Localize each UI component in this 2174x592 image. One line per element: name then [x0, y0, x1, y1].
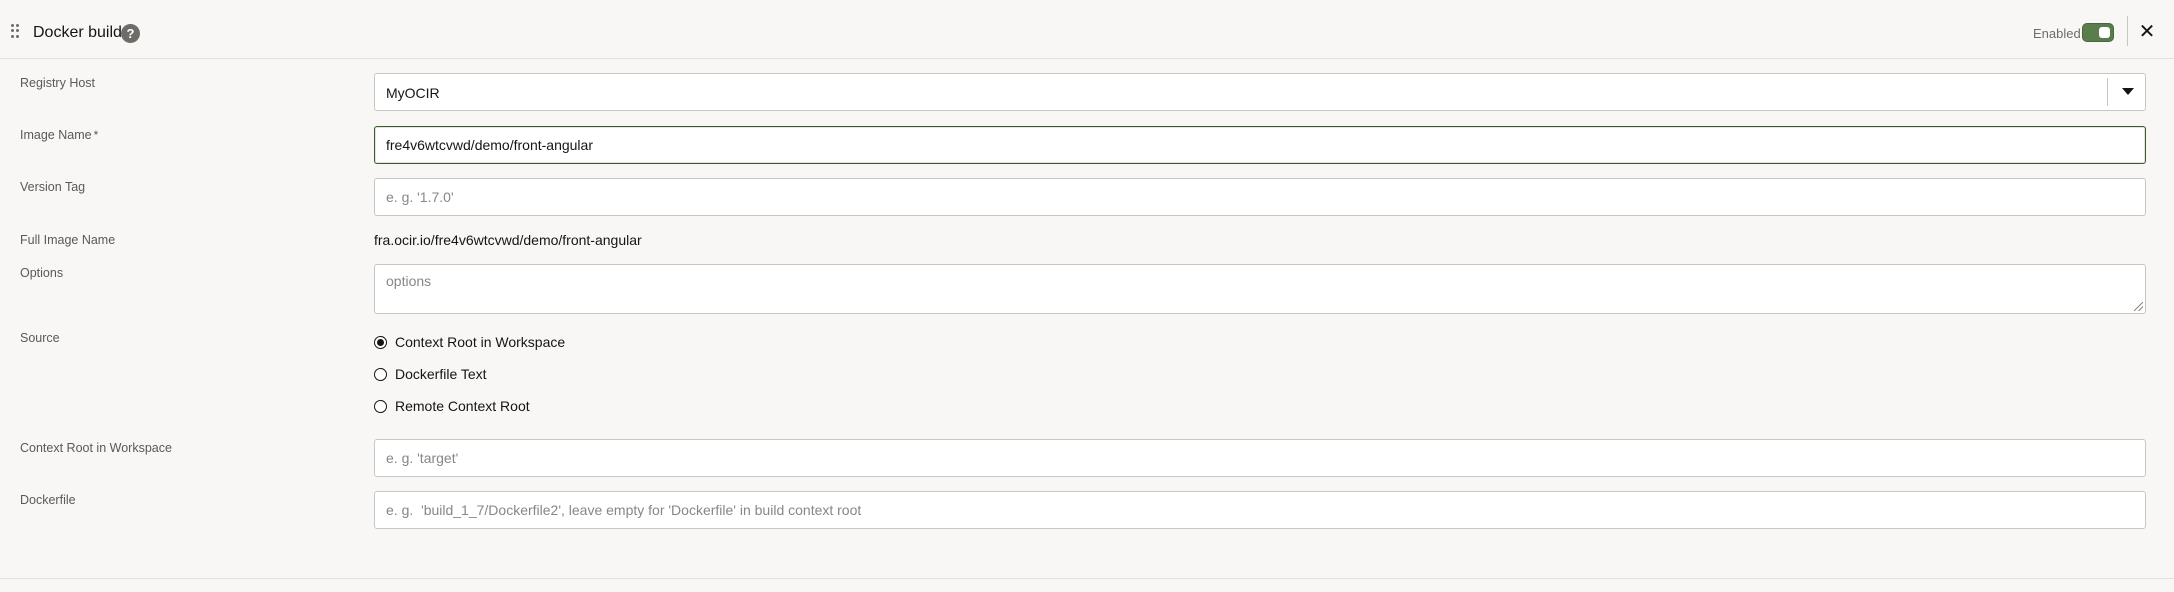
dockerfile-input[interactable]: [386, 492, 2134, 528]
options-textarea[interactable]: [386, 265, 2134, 313]
enabled-toggle[interactable]: [2082, 23, 2114, 42]
select-divider: [2107, 78, 2108, 106]
chevron-down-icon[interactable]: [2122, 88, 2134, 95]
context-root-input[interactable]: [386, 440, 2134, 476]
dockerfile-label: Dockerfile: [20, 493, 76, 507]
radio-context-root-in-workspace[interactable]: Context Root in Workspace: [374, 332, 565, 352]
options-label: Options: [20, 266, 64, 280]
dockerfile-field[interactable]: [374, 491, 2146, 529]
radio-button-checked[interactable]: [374, 335, 387, 349]
registry-host-label: Registry Host: [20, 76, 96, 90]
drag-handle-icon[interactable]: [11, 24, 19, 38]
panel-bottom-divider: [0, 578, 2174, 579]
docker-build-panel: Docker build ? Enabled ✕ Registry Host M…: [0, 0, 2174, 592]
context-root-field[interactable]: [374, 439, 2146, 477]
full-image-name-value: fra.ocir.io/fre4v6wtcvwd/demo/front-angu…: [374, 232, 642, 248]
enabled-label: Enabled: [2033, 26, 2081, 41]
version-tag-label: Version Tag: [20, 180, 86, 194]
radio-label: Context Root in Workspace: [395, 334, 566, 350]
full-image-name-label: Full Image Name: [20, 233, 116, 247]
registry-host-value: MyOCIR: [386, 85, 440, 101]
radio-button[interactable]: [374, 399, 387, 413]
help-icon[interactable]: ?: [121, 24, 140, 43]
image-name-field[interactable]: [374, 126, 2146, 164]
panel-header: Docker build ? Enabled ✕: [0, 0, 2174, 59]
header-divider: [2127, 16, 2128, 46]
radio-label: Dockerfile Text: [395, 366, 487, 382]
image-name-label: Image Name *: [20, 128, 98, 142]
image-name-input[interactable]: [386, 127, 2134, 163]
toggle-knob: [2099, 27, 2110, 38]
options-field[interactable]: [374, 264, 2146, 314]
radio-button[interactable]: [374, 367, 387, 381]
close-icon[interactable]: ✕: [2136, 20, 2158, 44]
radio-remote-context-root[interactable]: Remote Context Root: [374, 396, 530, 416]
resize-handle-icon[interactable]: [2134, 302, 2143, 311]
context-root-label: Context Root in Workspace: [20, 441, 172, 455]
radio-label: Remote Context Root: [395, 398, 530, 414]
version-tag-field[interactable]: [374, 178, 2146, 216]
radio-dockerfile-text[interactable]: Dockerfile Text: [374, 364, 487, 384]
source-label: Source: [20, 331, 60, 345]
required-mark: *: [93, 128, 99, 142]
version-tag-input[interactable]: [386, 179, 2134, 215]
image-name-label-text: Image Name: [20, 128, 92, 142]
panel-title: Docker build: [33, 24, 122, 41]
registry-host-select[interactable]: MyOCIR: [374, 73, 2146, 111]
